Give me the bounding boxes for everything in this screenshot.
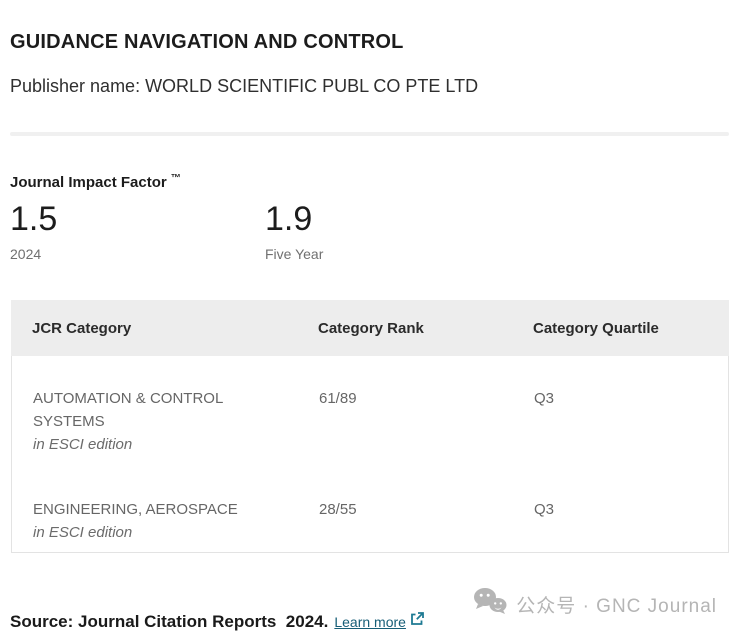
section-divider <box>10 132 729 136</box>
impact-factor-heading-text: Journal Impact Factor <box>10 174 167 191</box>
column-header-jcr-category: JCR Category <box>32 320 318 337</box>
rank-cell: 28/55 <box>319 498 534 521</box>
metric-five-year: 1.9 Five Year <box>265 198 520 263</box>
category-cell: AUTOMATION & CONTROL SYSTEMS in ESCI edi… <box>33 387 319 456</box>
page-title: GUIDANCE NAVIGATION AND CONTROL <box>10 30 729 54</box>
trademark-symbol: ™ <box>171 173 181 184</box>
impact-factor-heading: Journal Impact Factor ™ <box>10 169 729 192</box>
metric-value-2024: 1.5 <box>10 198 265 240</box>
table-row: ENGINEERING, AEROSPACE in ESCI edition 2… <box>12 498 728 544</box>
table-row: AUTOMATION & CONTROL SYSTEMS in ESCI edi… <box>12 387 728 456</box>
category-edition: in ESCI edition <box>33 521 319 544</box>
watermark: 公众号 · GNC Journal <box>472 586 717 622</box>
jcr-journal-profile: GUIDANCE NAVIGATION AND CONTROL Publishe… <box>0 30 739 639</box>
watermark-text: 公众号 · GNC Journal <box>516 591 717 618</box>
quartile-cell: Q3 <box>534 498 728 521</box>
metric-label-2024: 2024 <box>10 246 265 263</box>
table-body: AUTOMATION & CONTROL SYSTEMS in ESCI edi… <box>11 356 729 553</box>
quartile-cell: Q3 <box>534 387 728 410</box>
column-header-category-quartile: Category Quartile <box>533 320 729 337</box>
category-name: AUTOMATION & CONTROL SYSTEMS <box>33 387 243 433</box>
category-name: ENGINEERING, AEROSPACE <box>33 498 243 521</box>
table-header-row: JCR Category Category Rank Category Quar… <box>11 300 729 356</box>
learn-more-link[interactable]: Learn more <box>334 614 406 630</box>
source-text: Source: Journal Citation Reports 2024. <box>10 612 328 632</box>
external-link-icon[interactable] <box>409 611 425 632</box>
metric-label-five-year: Five Year <box>265 246 520 263</box>
jcr-category-table: JCR Category Category Rank Category Quar… <box>11 300 729 553</box>
category-cell: ENGINEERING, AEROSPACE in ESCI edition <box>33 498 319 544</box>
column-header-category-rank: Category Rank <box>318 320 533 337</box>
wechat-icon <box>472 586 508 622</box>
publisher-name: Publisher name: WORLD SCIENTIFIC PUBL CO… <box>10 76 729 97</box>
rank-cell: 61/89 <box>319 387 534 410</box>
impact-factor-metrics: 1.5 2024 1.9 Five Year <box>10 198 729 263</box>
category-edition: in ESCI edition <box>33 433 319 456</box>
source-line: Source: Journal Citation Reports 2024. Le… <box>10 611 425 632</box>
metric-current-year: 1.5 2024 <box>10 198 265 263</box>
metric-value-five-year: 1.9 <box>265 198 520 240</box>
